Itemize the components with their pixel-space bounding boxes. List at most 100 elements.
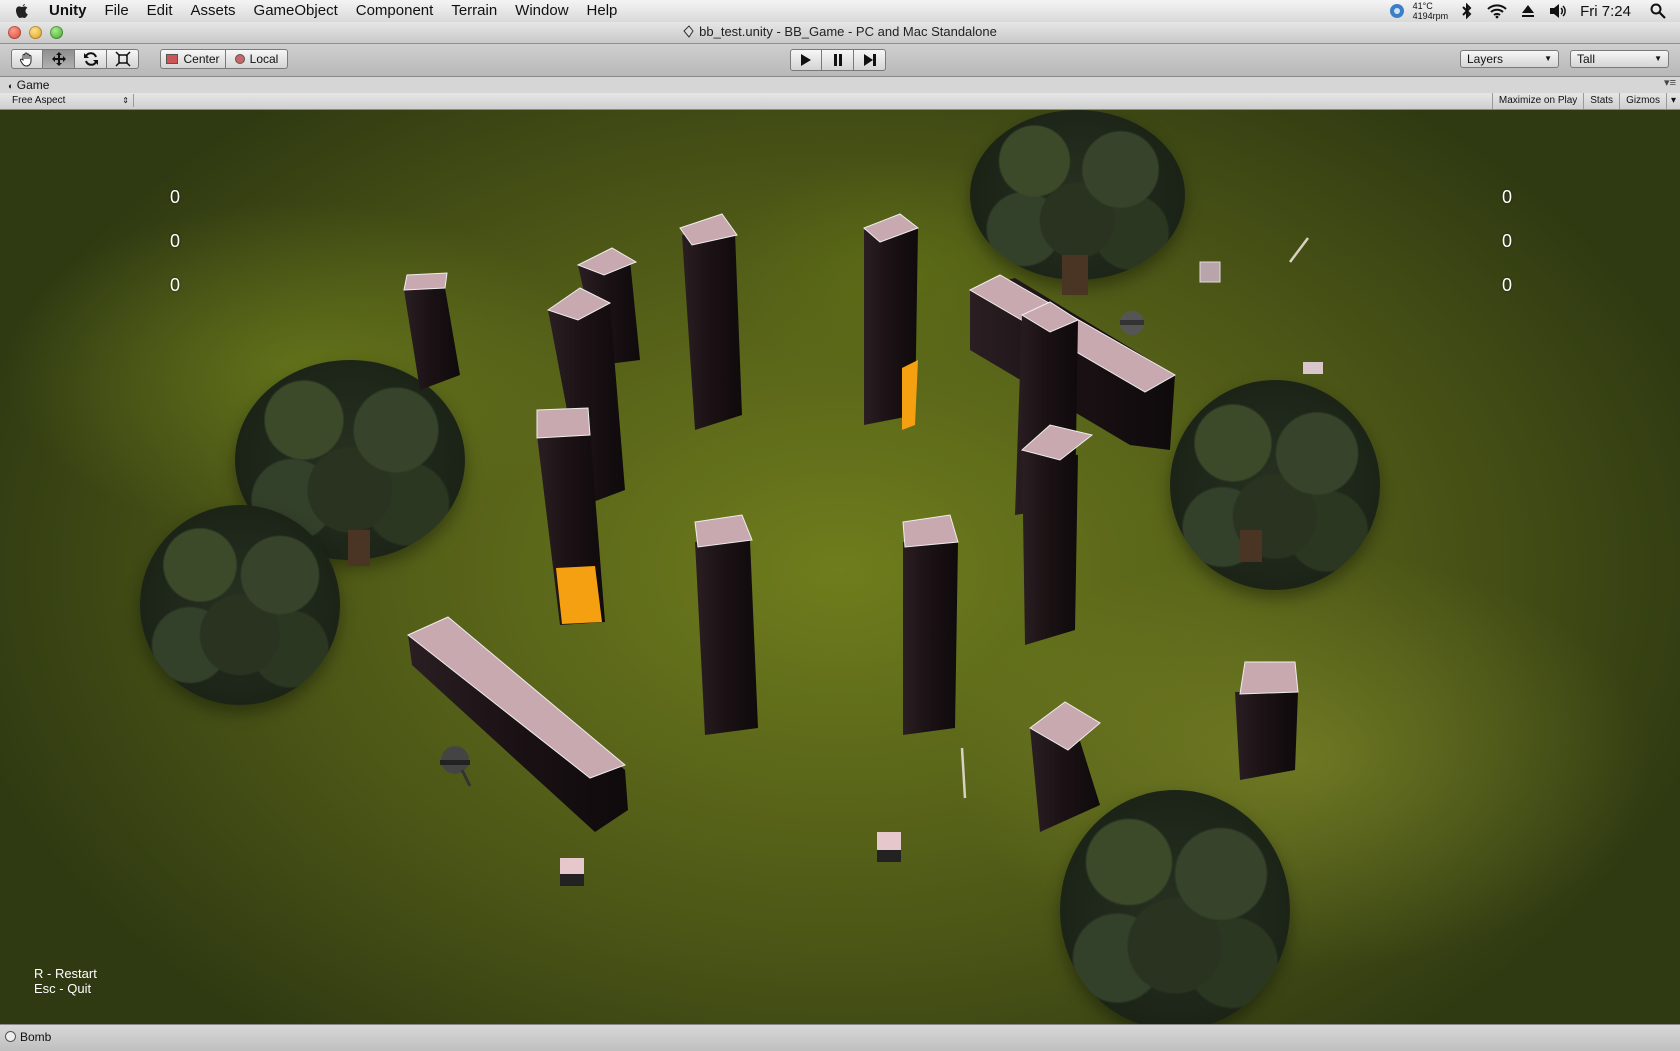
pivot-toggles: Center Local <box>160 49 288 69</box>
pillar <box>679 213 742 430</box>
playback-controls <box>790 49 886 71</box>
aspect-dropdown[interactable]: Free Aspect ⇕ <box>4 94 134 107</box>
game-view-toolbar: Free Aspect ⇕ Maximize on Play Stats Gizm… <box>0 93 1680 110</box>
hand-tool-button[interactable] <box>11 49 43 69</box>
dropdown-arrow-icon: ▼ <box>1544 54 1552 63</box>
pivot-center-toggle[interactable]: Center <box>160 49 226 69</box>
wall-segment <box>407 616 628 832</box>
player-character <box>440 746 472 787</box>
projectile <box>960 747 967 799</box>
projectile <box>1289 237 1309 263</box>
clock[interactable]: Fri 7:24 <box>1580 3 1631 20</box>
player-character <box>1120 311 1144 335</box>
hud-quit-hint: Esc - Quit <box>34 981 92 996</box>
pivot-local-label: Local <box>249 52 279 66</box>
dropdown-arrow-icon: ▼ <box>1654 54 1662 63</box>
layers-dropdown-label: Layers <box>1467 52 1504 66</box>
game-scene <box>348 213 1323 886</box>
temperature-monitor-icon[interactable] <box>1388 2 1406 20</box>
pillar <box>1235 661 1299 780</box>
apple-menu-icon[interactable] <box>14 2 40 20</box>
spotlight-search-icon[interactable] <box>1650 3 1666 19</box>
rotate-tool-button[interactable] <box>75 49 107 69</box>
hud-left-score-3: 0 <box>169 275 180 295</box>
step-button[interactable] <box>854 49 886 71</box>
eject-icon[interactable] <box>1521 4 1535 18</box>
fan-rpm-value: 4194rpm <box>1412 11 1449 21</box>
layout-dropdown[interactable]: Tall ▼ <box>1570 50 1669 68</box>
hud-controls-help: R - Restart Esc - Quit <box>34 966 97 996</box>
info-icon <box>5 1031 16 1042</box>
pillar <box>694 514 758 735</box>
scale-icon <box>114 51 131 67</box>
pillar <box>902 514 959 735</box>
window-title-text: bb_test.unity - BB_Game - PC and Mac Sta… <box>699 24 997 39</box>
menu-help[interactable]: Help <box>578 0 627 22</box>
local-space-icon <box>234 54 245 64</box>
layers-dropdown[interactable]: Layers ▼ <box>1460 50 1559 68</box>
transform-tools <box>11 49 139 69</box>
menu-edit[interactable]: Edit <box>138 0 182 22</box>
panel-menu-icon[interactable]: ▾≡ <box>1664 76 1676 89</box>
tab-game[interactable]: ◐ Game <box>8 78 49 92</box>
hud-left-score-1: 0 <box>169 187 180 207</box>
menu-file[interactable]: File <box>96 0 138 22</box>
pivot-center-label: Center <box>183 52 220 66</box>
window-title-bar: bb_test.unity - BB_Game - PC and Mac Sta… <box>0 22 1680 44</box>
bluetooth-icon[interactable] <box>1461 3 1473 19</box>
pivot-icon <box>166 54 179 64</box>
hud-right-score-1: 0 <box>1501 187 1512 207</box>
status-message: Bomb <box>20 1030 52 1044</box>
menu-terrain[interactable]: Terrain <box>442 0 506 22</box>
move-tool-button[interactable] <box>43 49 75 69</box>
maximize-on-play-toggle[interactable]: Maximize on Play <box>1491 93 1583 109</box>
tab-game-label: Game <box>16 78 50 92</box>
temperature-value: 41°C <box>1412 1 1433 11</box>
move-arrows-icon <box>51 52 66 66</box>
console-status-bar[interactable]: Bomb <box>0 1024 1680 1051</box>
wifi-icon[interactable] <box>1487 3 1507 19</box>
scale-tool-button[interactable] <box>107 49 139 69</box>
play-button[interactable] <box>790 49 822 71</box>
pause-icon <box>833 54 842 66</box>
hud-left-score-2: 0 <box>169 231 180 251</box>
gizmos-dropdown-icon[interactable]: ▾ <box>1665 93 1680 109</box>
orange-block <box>902 360 918 430</box>
temperature-readout: 41°C 4194rpm <box>1413 1 1449 21</box>
game-view-options: Maximize on Play Stats Gizmos ▾ <box>1491 93 1680 109</box>
volume-icon[interactable] <box>1549 3 1567 19</box>
layout-dropdown-label: Tall <box>1577 52 1596 66</box>
game-panel-tab-bar: ◐ Game ▾≡ <box>0 77 1680 94</box>
rotate-icon <box>83 52 98 66</box>
menubar-status-area: 41°C 4194rpm Fri 7:24 <box>1381 0 1680 22</box>
menu-bar: Unity File Edit Assets GameObject Compon… <box>0 0 1680 23</box>
game-tab-icon: ◐ <box>8 81 14 91</box>
game-viewport[interactable]: 0 0 0 0 0 0 R - Restart Esc - Quit <box>0 110 1680 1024</box>
small-cube <box>560 858 584 886</box>
unity-document-icon <box>683 25 694 38</box>
pivot-local-toggle[interactable]: Local <box>226 49 288 69</box>
menu-gameobject[interactable]: GameObject <box>245 0 347 22</box>
stats-toggle[interactable]: Stats <box>1583 93 1619 109</box>
menu-assets[interactable]: Assets <box>182 0 245 22</box>
step-icon <box>863 54 876 66</box>
pillar <box>1020 424 1094 645</box>
menu-window[interactable]: Window <box>506 0 577 22</box>
hud-right-score-3: 0 <box>1501 275 1512 295</box>
menu-unity[interactable]: Unity <box>40 0 96 22</box>
orange-block <box>556 566 602 624</box>
updown-arrow-icon: ⇕ <box>122 96 129 105</box>
window-title: bb_test.unity - BB_Game - PC and Mac Sta… <box>0 24 1680 39</box>
unity-toolbar: Center Local Layers ▼ Tall ▼ <box>0 44 1680 77</box>
aspect-label: Free Aspect <box>12 95 66 106</box>
small-cube <box>1303 362 1323 374</box>
small-cube <box>1199 261 1221 283</box>
pause-button[interactable] <box>822 49 854 71</box>
gizmos-toggle[interactable]: Gizmos <box>1619 93 1666 109</box>
pillar <box>1029 701 1101 832</box>
pillar <box>403 272 460 390</box>
hud-right-score-2: 0 <box>1501 231 1512 251</box>
hand-icon <box>19 52 32 67</box>
play-icon <box>801 54 811 66</box>
menu-component[interactable]: Component <box>347 0 443 22</box>
